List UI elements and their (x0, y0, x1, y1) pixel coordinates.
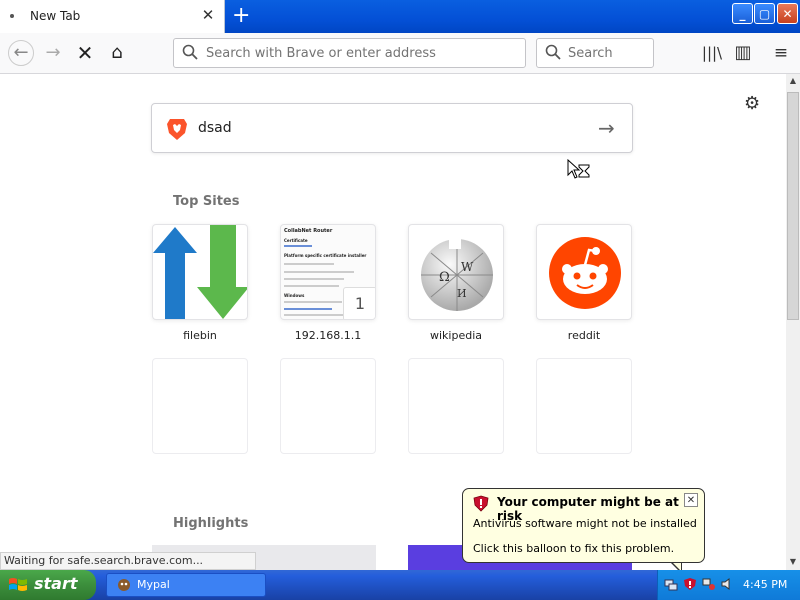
tab-new-tab[interactable]: New Tab ✕ (0, 0, 225, 33)
thumb-title: Platform specific certificate installer (284, 253, 367, 258)
start-button[interactable]: start (0, 570, 96, 600)
page-count-badge: 1 (343, 287, 375, 319)
volume-tray-icon[interactable] (720, 577, 734, 591)
maximize-button[interactable]: ▢ (754, 3, 775, 24)
security-balloon[interactable]: Your computer might be at risk ✕ Antivir… (462, 488, 705, 563)
window-close-button[interactable]: ✕ (777, 3, 798, 24)
search-submit-arrow-icon[interactable]: → (598, 116, 615, 140)
highlights-heading: Highlights (173, 516, 249, 531)
svg-text:W: W (461, 260, 474, 274)
home-button[interactable]: ⌂ (105, 42, 129, 64)
windows-flag-icon (9, 578, 27, 591)
top-sites-heading: Top Sites (173, 194, 240, 209)
security-shield-icon (473, 495, 489, 512)
mypal-app-icon (118, 579, 130, 591)
top-site-label: wikipedia (429, 329, 482, 342)
balloon-action-text[interactable]: Click this balloon to fix this problem. (473, 542, 674, 555)
page-search-value: dsad (198, 120, 232, 136)
top-site-router[interactable]: CollabNet Router Certificate Platform sp… (280, 224, 376, 320)
top-site-label: reddit (567, 329, 601, 342)
security-alert-tray-icon[interactable] (683, 577, 697, 591)
network-tray-icon[interactable] (664, 577, 678, 591)
search-icon (545, 44, 561, 60)
devices-tray-icon[interactable] (702, 577, 716, 591)
tab-title: New Tab (30, 9, 81, 23)
scroll-down-arrow-icon[interactable]: ▼ (786, 555, 800, 569)
address-placeholder: Search with Brave or enter address (206, 46, 436, 61)
empty-top-site-slot[interactable] (280, 358, 376, 454)
scrollbar-thumb[interactable] (787, 92, 799, 320)
stop-button[interactable]: ✕ (73, 42, 97, 64)
top-site-filebin[interactable] (152, 224, 248, 320)
wikipedia-icon: Ω W И (421, 239, 493, 311)
taskbar-clock: 4:45 PM (743, 578, 788, 591)
top-site-reddit[interactable] (536, 224, 632, 320)
scroll-up-arrow-icon[interactable]: ▲ (786, 74, 800, 88)
empty-top-site-slot[interactable] (536, 358, 632, 454)
reddit-icon (549, 237, 621, 309)
thumb-heading: CollabNet Router (284, 228, 333, 234)
forward-button[interactable]: → (41, 42, 65, 64)
status-text: Waiting for safe.search.brave.com... (0, 552, 256, 570)
empty-top-site-slot[interactable] (408, 358, 504, 454)
search-placeholder: Search (568, 46, 613, 61)
start-label: start (34, 574, 78, 593)
balloon-close-icon[interactable]: ✕ (684, 493, 698, 507)
search-bar[interactable]: Search (536, 38, 654, 68)
top-site-label: filebin (183, 329, 217, 342)
hamburger-menu-icon[interactable]: ≡ (769, 42, 793, 64)
balloon-message: Antivirus software might not be installe… (473, 517, 697, 530)
svg-text:И: И (457, 287, 467, 300)
svg-text:Ω: Ω (439, 270, 450, 285)
thumb-subheading: Certificate (284, 238, 308, 243)
busy-cursor-icon (567, 159, 590, 179)
taskbar-item-mypal[interactable]: Mypal (106, 573, 266, 597)
address-bar[interactable]: Search with Brave or enter address (173, 38, 526, 68)
sidebar-icon[interactable]: ▥ (731, 42, 755, 64)
brave-lion-icon (167, 119, 187, 140)
new-tab-button[interactable]: + (232, 3, 250, 29)
library-icon[interactable]: |||\ (700, 42, 724, 64)
top-site-label: 192.168.1.1 (294, 329, 362, 342)
tab-close-icon[interactable]: ✕ (200, 6, 216, 24)
page-search-box[interactable]: dsad → (151, 103, 633, 153)
taskbar-item-label: Mypal (137, 578, 170, 591)
back-button[interactable]: ← (8, 40, 34, 66)
filebin-icon (153, 225, 247, 319)
minimize-button[interactable]: _ (732, 3, 753, 24)
top-site-wikipedia[interactable]: Ω W И (408, 224, 504, 320)
thumb-section: Windows (284, 293, 305, 298)
search-icon (182, 44, 198, 60)
gear-icon[interactable]: ⚙ (744, 93, 760, 114)
empty-top-site-slot[interactable] (152, 358, 248, 454)
tab-indicator-dot (10, 14, 14, 18)
